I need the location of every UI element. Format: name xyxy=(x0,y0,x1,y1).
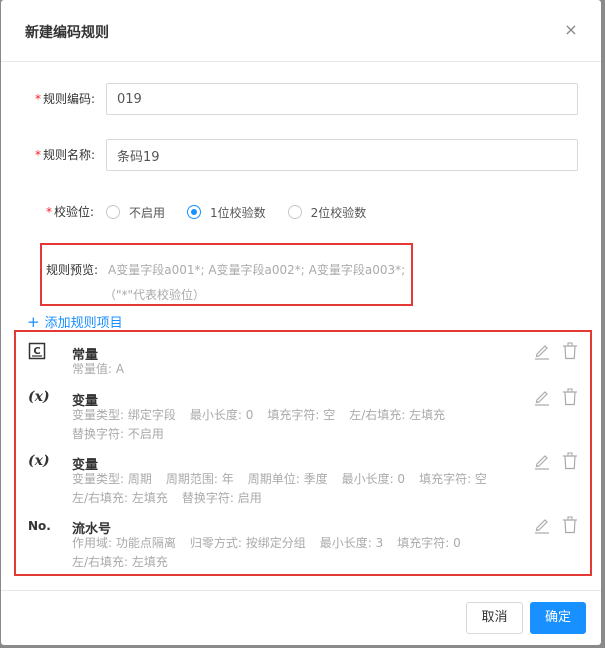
required-mark: * xyxy=(46,205,52,219)
edit-icon[interactable] xyxy=(534,452,550,470)
rule-item: No. 流水号 作用域: 功能点隔离 归零方式: 按绑定分组 最小长度: 3 填充字符… xyxy=(16,516,590,569)
delete-icon[interactable] xyxy=(562,388,578,406)
delete-icon[interactable] xyxy=(562,342,578,360)
rule-name-row: * 规则名称: xyxy=(1,139,601,171)
rule-item: (x) 变量 变量类型: 周期 周期范围: 年周期单位: 季度 最小长度: 0 填充字… xyxy=(16,452,590,505)
radio-dot[interactable] xyxy=(106,205,120,219)
rule-item-desc: 左/右填充: 左填充 xyxy=(72,555,168,569)
variable-icon: (x) xyxy=(28,389,50,405)
dialog-footer: 取消 确定 xyxy=(1,590,601,645)
plus-icon: + xyxy=(27,312,40,331)
add-rule-item-link[interactable]: + 添加规则项目 xyxy=(27,312,123,332)
rule-code-label: * 规则编码: xyxy=(35,92,96,106)
variable-icon: (x) xyxy=(28,453,50,469)
rule-items-list: C 常量 常量值: A (x) 变量 变量类型: 绑定字段 最小长度: 0 填充字符… xyxy=(14,330,592,576)
rule-name-label: * 规则名称: xyxy=(35,148,96,162)
edit-icon[interactable] xyxy=(534,342,550,360)
check-digit-label: * 校验位: xyxy=(46,205,95,219)
constant-icon: C xyxy=(28,342,52,362)
radio-one-digit[interactable]: 1位校验数 xyxy=(187,204,266,221)
svg-text:C: C xyxy=(33,346,40,357)
rule-code-input[interactable] xyxy=(106,83,578,115)
delete-icon[interactable] xyxy=(562,452,578,470)
required-mark: * xyxy=(35,148,41,162)
add-rule-item-label: 添加规则项目 xyxy=(44,316,123,331)
rule-item-desc: 替换字符: 不启用 xyxy=(72,427,164,441)
radio-two-digits[interactable]: 2位校验数 xyxy=(287,204,366,221)
rule-item-desc: 变量类型: 绑定字段 最小长度: 0 填充字符: 空左/右填充: 左填充 xyxy=(72,408,446,422)
rule-item-desc: 变量类型: 周期 周期范围: 年周期单位: 季度 最小长度: 0 填充字符: 空 xyxy=(72,472,487,486)
rule-preview-label: 规则预览: xyxy=(46,263,99,277)
rule-code-row: * 规则编码: xyxy=(1,83,601,115)
rule-item-desc: 常量值: A xyxy=(72,362,125,376)
rule-item: C 常量 常量值: A xyxy=(16,342,590,382)
rule-preview-text: A变量字段a001*; A变量字段a002*; A变量字段a003*; xyxy=(108,263,406,277)
serial-number-icon: No. xyxy=(28,519,51,533)
rule-name-input[interactable] xyxy=(106,139,578,171)
required-mark: * xyxy=(35,92,41,106)
rule-item-desc: 作用域: 功能点隔离 归零方式: 按绑定分组 最小长度: 3 填充字符: 0 xyxy=(72,536,461,550)
rule-item: (x) 变量 变量类型: 绑定字段 最小长度: 0 填充字符: 空左/右填充: 左填… xyxy=(16,388,590,441)
dialog-header: 新建编码规则 × xyxy=(1,0,601,62)
new-code-rule-dialog: 新建编码规则 × *规则编码: *规则名称: *校验位: 不启用 1位校验数 2… xyxy=(1,0,601,645)
rule-item-desc: 左/右填充: 左填充 替换字符: 启用 xyxy=(72,491,262,505)
check-digit-radio-group: 不启用 1位校验数 2位校验数 xyxy=(106,196,388,228)
rule-preview-note: （"*"代表校验位） xyxy=(104,288,206,302)
close-icon[interactable]: × xyxy=(561,20,581,40)
confirm-button[interactable]: 确定 xyxy=(530,602,586,634)
radio-dot[interactable] xyxy=(287,205,302,219)
rule-preview-box: 规则预览: A变量字段a001*; A变量字段a002*; A变量字段a003*… xyxy=(40,243,413,306)
delete-icon[interactable] xyxy=(562,516,578,534)
radio-disabled[interactable]: 不启用 xyxy=(106,204,165,221)
dialog-title: 新建编码规则 xyxy=(25,25,109,41)
edit-icon[interactable] xyxy=(534,388,550,406)
cancel-button[interactable]: 取消 xyxy=(466,602,523,634)
check-digit-row: * 校验位: 不启用 1位校验数 2位校验数 xyxy=(1,196,601,228)
radio-dot[interactable] xyxy=(187,205,202,219)
edit-icon[interactable] xyxy=(534,516,550,534)
